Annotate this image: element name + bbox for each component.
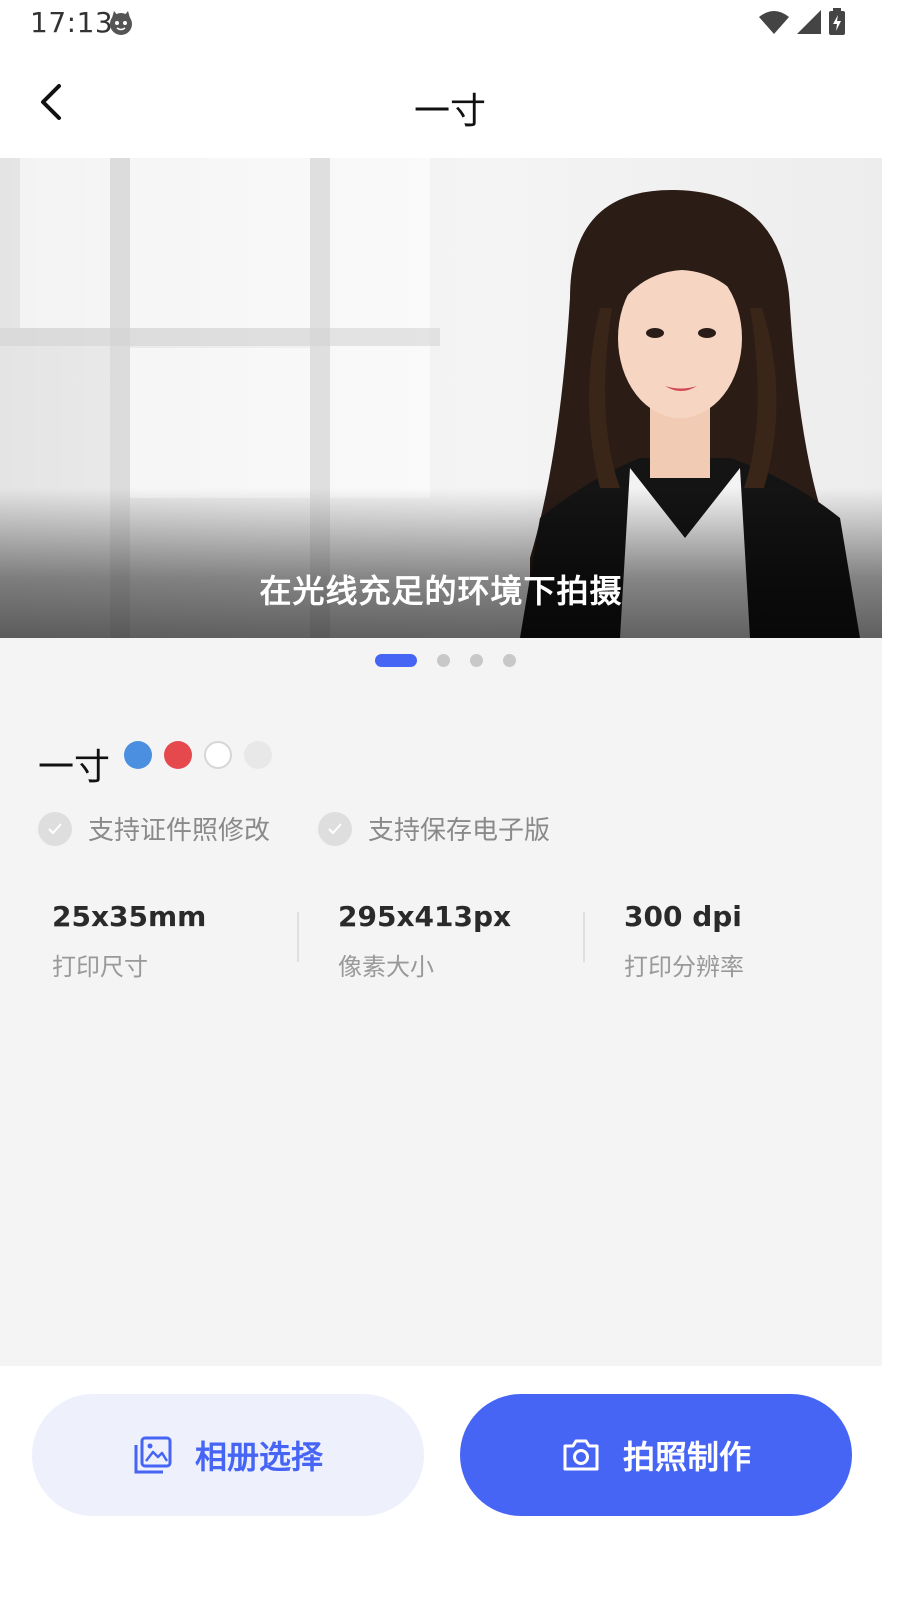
- feature-list: 支持证件照修改 支持保存电子版: [38, 810, 550, 847]
- feature-label: 支持保存电子版: [368, 816, 551, 846]
- carousel-indicator: [0, 654, 882, 667]
- spec-label: 打印分辨率: [624, 953, 744, 981]
- banner-caption: 在光线充足的环境下拍摄: [259, 572, 623, 610]
- wifi-icon: [759, 11, 789, 34]
- check-icon: [318, 811, 353, 846]
- spec-value: 295x413px: [338, 900, 512, 933]
- color-swatch-gray: [244, 741, 272, 769]
- gallery-icon: [134, 1436, 172, 1474]
- bottom-action-bar: 相册选择 拍照制作: [0, 1366, 900, 1600]
- color-swatch-white: [204, 741, 232, 769]
- spec-label: 像素大小: [338, 953, 434, 981]
- feature-item: 支持证件照修改: [38, 810, 270, 847]
- album-select-button[interactable]: 相册选择: [32, 1394, 424, 1516]
- divider: [297, 912, 299, 962]
- cat-notification-icon: [110, 11, 132, 35]
- carousel-dot[interactable]: [502, 654, 516, 667]
- color-swatch-blue: [124, 741, 152, 769]
- spec-value: 25x35mm: [52, 900, 207, 933]
- feature-item: 支持保存电子版: [318, 810, 550, 847]
- signal-icon: [797, 10, 821, 34]
- page-title: 一寸: [413, 91, 486, 132]
- check-icon: [38, 811, 72, 846]
- spec-list: 25x35mm 打印尺寸 295x413px 像素大小 300 dpi 打印分辨…: [52, 900, 900, 982]
- status-time: 17:13: [30, 6, 114, 39]
- spec-resolution: 300 dpi 打印分辨率: [624, 900, 900, 982]
- spec-print-size: 25x35mm 打印尺寸: [52, 900, 338, 982]
- header: 一寸: [0, 48, 900, 158]
- take-photo-label: 拍照制作: [622, 1438, 751, 1476]
- feature-label: 支持证件照修改: [88, 816, 271, 846]
- carousel-dot[interactable]: [469, 654, 483, 667]
- spec-panel: 一寸 支持证件照修改 支持保存电子版 25x35mm 打印尺寸 295x413p…: [0, 638, 882, 1366]
- divider: [583, 912, 585, 962]
- spec-pixel-size: 295x413px 像素大小: [338, 900, 624, 982]
- spec-value: 300 dpi: [624, 900, 742, 933]
- status-icons: [758, 8, 846, 36]
- carousel-dot-active[interactable]: [374, 654, 417, 667]
- camera-icon: [563, 1439, 599, 1471]
- background-color-swatches: [124, 741, 272, 769]
- spec-label: 打印尺寸: [52, 953, 148, 981]
- color-swatch-red: [164, 741, 192, 769]
- album-select-label: 相册选择: [194, 1438, 323, 1476]
- carousel-dot[interactable]: [436, 654, 450, 667]
- banner-carousel[interactable]: 在光线充足的环境下拍摄: [0, 158, 882, 638]
- status-bar: 17:13: [0, 0, 900, 48]
- photo-size-title: 一寸: [38, 747, 111, 788]
- take-photo-button[interactable]: 拍照制作: [460, 1394, 852, 1516]
- battery-icon: [829, 8, 845, 35]
